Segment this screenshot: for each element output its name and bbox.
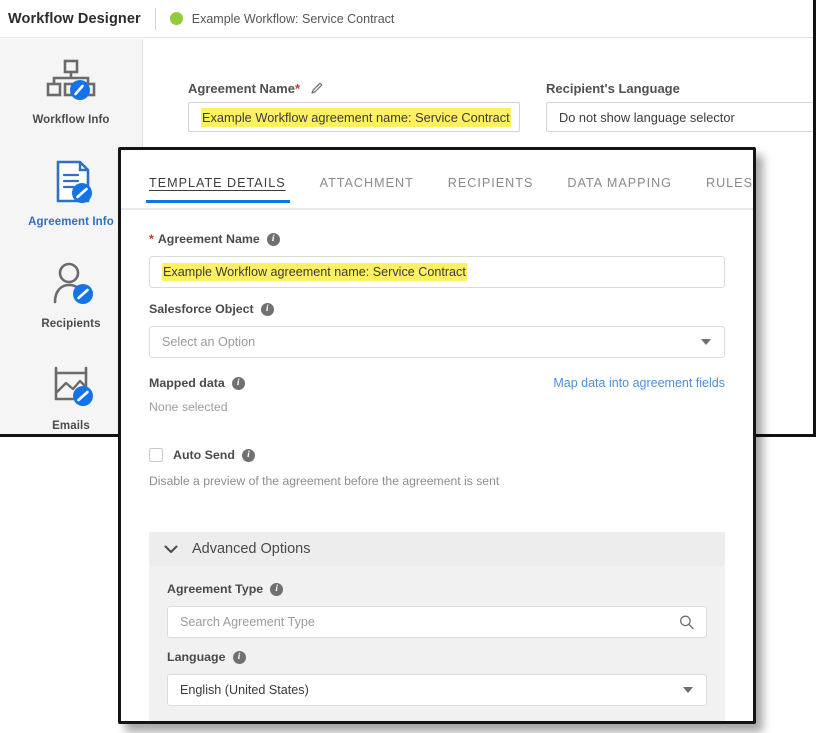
auto-send-checkbox[interactable] (149, 448, 163, 462)
info-icon[interactable]: i (270, 582, 284, 596)
agreement-name-input[interactable]: Example Workflow agreement name: Service… (149, 256, 725, 288)
bg-recipients-language-select[interactable]: Do not show language selector (546, 102, 813, 132)
mapped-data-label-text: Mapped data (149, 376, 225, 390)
language-select[interactable]: English (United States) (167, 674, 707, 706)
bg-agreement-name-value: Example Workflow agreement name: Service… (201, 107, 511, 127)
bg-recipients-language-value: Do not show language selector (559, 109, 735, 125)
info-icon[interactable]: i (266, 232, 280, 246)
chevron-down-icon[interactable] (701, 339, 711, 345)
sidebar-item-workflow-info[interactable]: Workflow Info (0, 57, 142, 128)
app-topbar: Workflow Designer Example Workflow: Serv… (0, 0, 813, 38)
salesforce-object-label-text: Salesforce Object (149, 302, 254, 316)
bg-recipients-language-label: Recipient's Language (546, 81, 680, 96)
info-icon[interactable]: i (232, 650, 246, 664)
search-icon[interactable] (679, 615, 694, 630)
auto-send-label-text: Auto Send (173, 448, 235, 462)
tab-rules[interactable]: RULES (706, 172, 753, 201)
agreement-name-label: * Agreement Name i (149, 232, 725, 246)
language-label-text: Language (167, 650, 226, 664)
screenshot-root: Workflow Designer Example Workflow: Serv… (0, 0, 830, 733)
agreement-name-value: Example Workflow agreement name: Service… (162, 263, 467, 281)
agreement-type-search-input[interactable]: Search Agreement Type (167, 606, 707, 638)
workflow-status-dot (169, 12, 183, 25)
advanced-options-panel: Agreement Type i Search Agreement Type L… (149, 566, 725, 721)
tab-recipients[interactable]: RECIPIENTS (448, 172, 534, 201)
mapped-data-label: Mapped data i (149, 376, 245, 390)
sidebar-item-label: Workflow Info (32, 114, 110, 126)
bg-agreement-name-text: Agreement Name (188, 81, 295, 96)
map-data-link[interactable]: Map data into agreement fields (553, 376, 725, 390)
agreement-name-label-text: Agreement Name (157, 232, 260, 246)
dialog-body: * Agreement Name i Example Workflow agre… (121, 210, 753, 721)
chevron-down-icon (163, 543, 179, 555)
mapped-data-value: None selected (149, 400, 228, 414)
mapped-data-row: Mapped data i Map data into agreement fi… (149, 376, 725, 390)
salesforce-object-placeholder: Select an Option (162, 335, 256, 349)
language-value: English (United States) (180, 683, 309, 697)
required-asterisk: * (294, 81, 300, 96)
chevron-down-icon[interactable] (683, 687, 693, 693)
app-title: Workflow Designer (8, 10, 141, 27)
tab-data-mapping[interactable]: DATA MAPPING (567, 172, 672, 201)
info-icon[interactable]: i (260, 302, 274, 316)
dialog-inner: TEMPLATE DETAILS ATTACHMENT RECIPIENTS D… (121, 150, 753, 721)
agreement-type-label-text: Agreement Type (167, 582, 264, 596)
bg-agreement-name-input[interactable]: Example Workflow agreement name: Service… (188, 102, 520, 132)
tab-attachment[interactable]: ATTACHMENT (320, 172, 414, 201)
pencil-icon[interactable] (310, 81, 324, 98)
auto-send-row: Auto Send i (149, 448, 725, 462)
info-icon[interactable]: i (231, 376, 245, 390)
salesforce-object-select[interactable]: Select an Option (149, 326, 725, 358)
agreement-type-placeholder: Search Agreement Type (180, 615, 315, 629)
tab-template-details[interactable]: TEMPLATE DETAILS (146, 172, 290, 203)
required-asterisk: * (149, 232, 154, 246)
auto-send-helper-text: Disable a preview of the agreement befor… (149, 474, 500, 488)
info-icon[interactable]: i (241, 448, 255, 462)
org-chart-edit-icon (0, 57, 142, 103)
sidebar-item-label: Recipients (41, 318, 101, 330)
template-details-dialog: TEMPLATE DETAILS ATTACHMENT RECIPIENTS D… (118, 147, 756, 724)
sidebar-item-label: Emails (52, 420, 90, 432)
advanced-options-title: Advanced Options (192, 541, 311, 557)
sidebar-item-label: Agreement Info (28, 216, 114, 228)
topbar-divider (154, 7, 156, 30)
workflow-name: Example Workflow: Service Contract (191, 11, 395, 26)
agreement-type-label: Agreement Type i (167, 582, 707, 596)
dialog-tabbar: TEMPLATE DETAILS ATTACHMENT RECIPIENTS D… (121, 172, 753, 210)
advanced-options-header[interactable]: Advanced Options (149, 532, 725, 566)
bg-agreement-name-label: Agreement Name* (188, 81, 324, 98)
language-label: Language i (167, 650, 707, 664)
salesforce-object-label: Salesforce Object i (149, 302, 725, 316)
